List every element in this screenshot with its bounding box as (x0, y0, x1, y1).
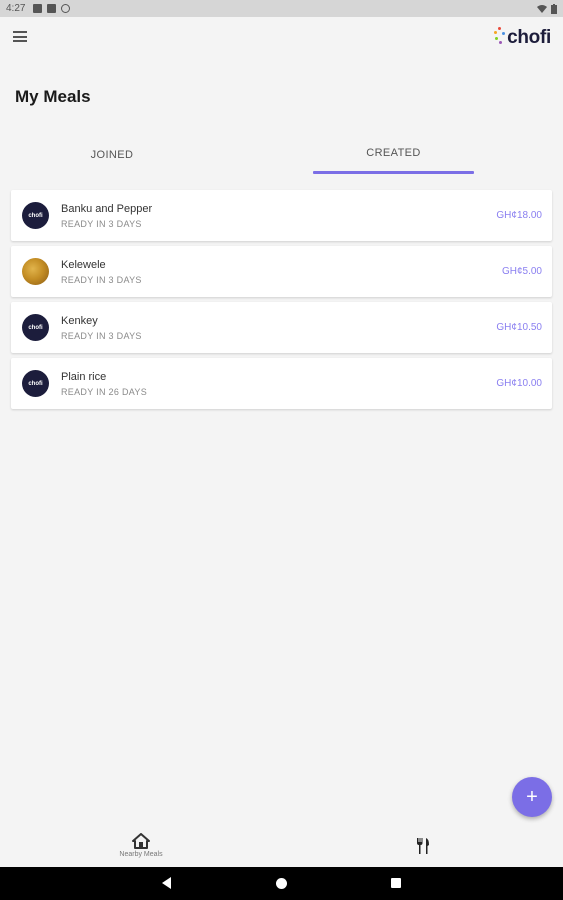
meal-list-item[interactable]: Kelewele READY IN 3 DAYS GH¢5.00 (11, 246, 552, 297)
tab-joined[interactable]: JOINED (32, 134, 192, 176)
meal-avatar-logo: chofi (22, 370, 49, 397)
logo-dot (494, 31, 498, 34)
tab-created-label: CREATED (366, 147, 421, 159)
plus-icon: + (526, 785, 538, 808)
logo-dot (502, 32, 506, 35)
meal-photo (22, 258, 49, 285)
page-title: My Meals (15, 87, 91, 106)
back-icon[interactable] (162, 877, 171, 889)
home-button-icon[interactable] (276, 878, 287, 889)
nav-my-meals[interactable] (382, 824, 464, 867)
app-bar: chofi (0, 17, 563, 57)
battery-icon (551, 3, 557, 14)
meal-ready-status: READY IN 3 DAYS (61, 275, 142, 285)
fork-knife-icon (417, 837, 429, 854)
meal-avatar-logo: chofi (22, 202, 49, 229)
recent-apps-icon[interactable] (391, 878, 401, 888)
nav-nearby-label: Nearby Meals (119, 851, 163, 858)
notification-icon (33, 4, 43, 13)
tab-joined-label: JOINED (90, 149, 134, 161)
wifi-icon (537, 5, 547, 13)
app-logo: chofi (494, 27, 551, 49)
meal-name: Plain rice (61, 371, 107, 383)
meal-avatar-logo: chofi (22, 314, 49, 341)
add-meal-button[interactable]: + (512, 777, 552, 817)
meal-ready-status: READY IN 3 DAYS (61, 219, 142, 229)
logo-dot (499, 41, 503, 44)
status-bar: 4:27 (0, 0, 563, 17)
meal-name: Kenkey (61, 315, 98, 327)
meal-ready-status: READY IN 3 DAYS (61, 331, 142, 341)
home-icon (132, 833, 150, 849)
status-time: 4:27 (6, 3, 26, 14)
sync-icon (61, 4, 71, 13)
logo-dots-icon (494, 27, 506, 49)
meal-price: GH¢5.00 (501, 266, 542, 277)
bottom-navigation: Nearby Meals (0, 824, 563, 867)
status-system-icons (537, 3, 557, 14)
nav-nearby-meals[interactable]: Nearby Meals (100, 824, 182, 867)
logo-dot (498, 27, 502, 30)
avatar-logo-text: chofi (28, 212, 43, 219)
menu-icon[interactable] (13, 31, 27, 42)
meal-price: GH¢10.00 (496, 378, 542, 389)
meal-list-item[interactable]: chofi Kenkey READY IN 3 DAYS GH¢10.50 (11, 302, 552, 353)
logo-dot (495, 37, 499, 40)
meal-list-item[interactable]: chofi Banku and Pepper READY IN 3 DAYS GH¢1… (11, 190, 552, 241)
meal-list: chofi Banku and Pepper READY IN 3 DAYS GH¢1… (11, 190, 552, 414)
meal-price: GH¢18.00 (496, 210, 542, 221)
system-navigation-bar (0, 867, 563, 900)
meal-name: Banku and Pepper (61, 203, 153, 215)
avatar-logo-text: chofi (28, 380, 43, 387)
status-notification-icons (33, 4, 71, 13)
tab-bar: JOINED CREATED (0, 132, 563, 174)
meal-price: GH¢10.50 (496, 322, 542, 333)
active-tab-indicator (313, 171, 474, 174)
tab-created[interactable]: CREATED (313, 132, 474, 174)
sim-icon (47, 4, 57, 13)
meal-ready-status: READY IN 26 DAYS (61, 387, 147, 397)
meal-name: Kelewele (61, 259, 106, 271)
meal-list-item[interactable]: chofi Plain rice READY IN 26 DAYS GH¢10.00 (11, 358, 552, 409)
logo-text: chofi (507, 27, 551, 48)
avatar-logo-text: chofi (28, 324, 43, 331)
